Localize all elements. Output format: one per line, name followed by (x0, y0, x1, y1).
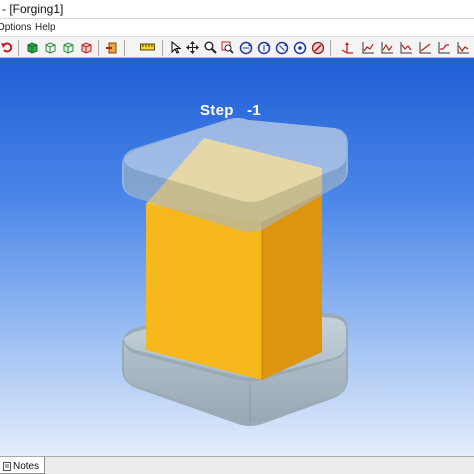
rotate-free-icon[interactable] (292, 40, 307, 55)
wireframe-view-icon[interactable] (43, 40, 58, 55)
graph-3-icon[interactable] (399, 40, 414, 55)
menu-options[interactable]: Options (0, 22, 31, 33)
menu-bar: Options Help (0, 19, 474, 36)
hidden-line-icon[interactable] (61, 40, 76, 55)
tab-notes-label: Notes (13, 460, 40, 472)
main-toolbar (0, 36, 474, 58)
undo-icon[interactable] (0, 40, 15, 55)
rotate-y-icon[interactable] (256, 40, 271, 55)
zoom-window-icon[interactable] (220, 40, 235, 55)
fit-view-icon[interactable] (310, 40, 325, 55)
menu-help[interactable]: Help (35, 22, 56, 33)
step-label: Step -1 (200, 102, 262, 119)
graph-1-icon[interactable] (361, 40, 376, 55)
axes-icon[interactable] (340, 40, 355, 55)
rotate-z-icon[interactable] (274, 40, 289, 55)
notes-icon (3, 461, 11, 471)
section-view-icon[interactable] (79, 40, 94, 55)
3d-viewport[interactable]: Step -1 (0, 58, 474, 456)
toolbar-separator (18, 40, 19, 56)
shaded-view-icon[interactable] (25, 40, 40, 55)
pan-icon[interactable] (185, 40, 200, 55)
graph-2-icon[interactable] (380, 40, 395, 55)
select-pointer-icon[interactable] (168, 40, 183, 55)
tab-notes[interactable]: Notes (0, 457, 46, 474)
exit-icon[interactable] (105, 40, 120, 55)
window-title: - [Forging1] (2, 2, 64, 16)
toolbar-separator (162, 40, 163, 56)
graph-5-icon[interactable] (437, 40, 452, 55)
graph-6-icon[interactable] (456, 40, 471, 55)
rotate-x-icon[interactable] (238, 40, 253, 55)
zoom-icon[interactable] (203, 40, 218, 55)
toolbar-separator (124, 40, 125, 56)
graph-4-icon[interactable] (418, 40, 433, 55)
bottom-tab-bar: Notes (0, 456, 474, 474)
window-title-bar: - [Forging1] (0, 0, 474, 19)
toolbar-separator (98, 40, 99, 56)
ruler-icon[interactable] (140, 40, 155, 55)
toolbar-separator (330, 40, 331, 56)
